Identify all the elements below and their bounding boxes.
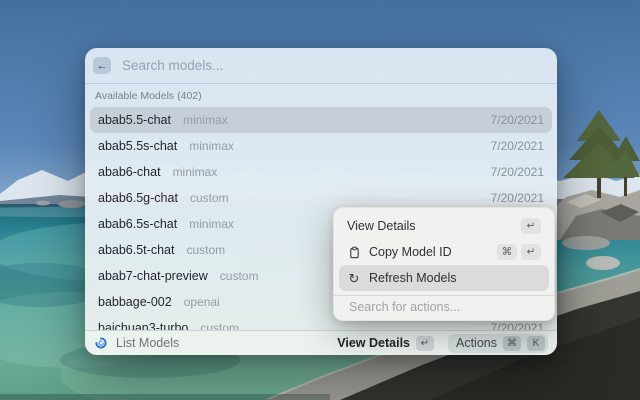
waterline-rock bbox=[36, 200, 50, 206]
model-row[interactable]: abab6-chat minimax 7/20/2021 bbox=[90, 159, 552, 185]
menu-item-label: Refresh Models bbox=[369, 271, 457, 285]
menu-item-view-details[interactable]: View Details ↵ bbox=[339, 213, 549, 239]
model-name: abab5.5-chat bbox=[98, 113, 171, 127]
menu-divider bbox=[334, 295, 554, 296]
model-provider: custom bbox=[186, 243, 226, 257]
model-provider: minimax bbox=[189, 217, 234, 231]
model-name: babbage-002 bbox=[98, 295, 172, 309]
arrow-left-icon: ← bbox=[96, 59, 108, 72]
model-date: 7/20/2021 bbox=[490, 139, 544, 153]
model-name: abab5.5s-chat bbox=[98, 139, 178, 153]
model-provider: custom bbox=[219, 269, 259, 283]
model-provider: custom bbox=[200, 321, 240, 330]
footer-bar: List Models View Details ↵ Actions ⌘ K bbox=[85, 330, 557, 355]
model-name: abab6.5t-chat bbox=[98, 243, 175, 257]
section-header: Available Models (402) bbox=[95, 90, 202, 102]
menu-search bbox=[339, 299, 549, 315]
models-app-icon bbox=[95, 337, 107, 349]
return-key-badge: ↵ bbox=[416, 335, 434, 351]
clipboard-icon bbox=[347, 245, 361, 259]
actions-menu: View Details ↵ Copy Model ID ⌘ ↵ ↻ Refre… bbox=[333, 207, 555, 321]
screen: ← Available Models (402) abab5.5-chat mi… bbox=[0, 0, 640, 400]
model-name: abab6.5g-chat bbox=[98, 191, 178, 205]
model-row[interactable]: abab5.5-chat minimax 7/20/2021 bbox=[90, 107, 552, 133]
model-date: 7/20/2021 bbox=[490, 165, 544, 179]
model-provider: custom bbox=[189, 191, 229, 205]
actions-label: Actions bbox=[456, 336, 497, 350]
actions-search-input[interactable] bbox=[347, 299, 541, 315]
command-key-badge: ⌘ bbox=[497, 244, 517, 260]
model-date: 7/20/2021 bbox=[490, 321, 544, 330]
model-provider: minimax bbox=[182, 113, 228, 127]
model-name: abab6.5s-chat bbox=[98, 217, 178, 231]
return-key-badge: ↵ bbox=[521, 218, 541, 234]
refresh-icon: ↻ bbox=[348, 270, 360, 286]
command-name: List Models bbox=[116, 336, 180, 350]
search-bar: ← bbox=[85, 48, 557, 84]
model-provider: minimax bbox=[189, 139, 234, 153]
primary-action-label[interactable]: View Details bbox=[337, 336, 410, 350]
actions-button[interactable]: Actions ⌘ K bbox=[448, 333, 548, 353]
menu-item-label: View Details bbox=[347, 219, 416, 233]
waterline-rock bbox=[58, 200, 86, 208]
back-button[interactable]: ← bbox=[93, 57, 111, 74]
model-name: baichuan3-turbo bbox=[98, 321, 189, 330]
model-provider: openai bbox=[183, 295, 220, 309]
search-input[interactable] bbox=[120, 57, 549, 74]
model-date: 7/20/2021 bbox=[490, 113, 544, 127]
model-name: abab7-chat-preview bbox=[98, 269, 208, 283]
model-date: 7/20/2021 bbox=[490, 191, 544, 205]
k-key-badge: K bbox=[527, 335, 545, 351]
menu-item-copy-model-id[interactable]: Copy Model ID ⌘ ↵ bbox=[339, 239, 549, 265]
menu-item-refresh-models[interactable]: ↻ Refresh Models bbox=[339, 265, 549, 291]
return-key-badge: ↵ bbox=[521, 244, 541, 260]
model-name: abab6-chat bbox=[98, 165, 161, 179]
model-row[interactable]: abab5.5s-chat minimax 7/20/2021 bbox=[90, 133, 552, 159]
command-key-badge: ⌘ bbox=[503, 335, 521, 351]
menu-item-label: Copy Model ID bbox=[369, 245, 452, 259]
model-provider: minimax bbox=[172, 165, 218, 179]
